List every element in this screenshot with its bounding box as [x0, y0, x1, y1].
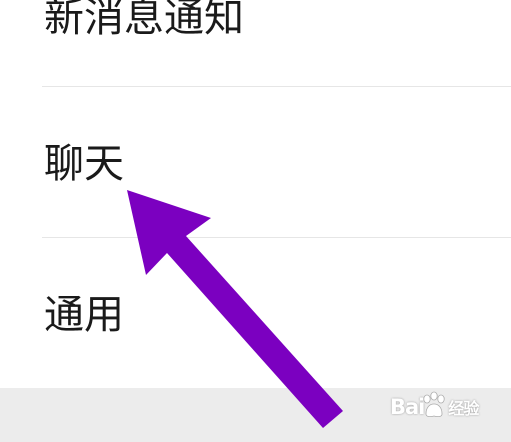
- settings-row-label: 通用: [44, 292, 124, 338]
- settings-list: 新消息通知 聊天 通用: [0, 0, 511, 388]
- settings-row-new-message-notifications[interactable]: 新消息通知: [0, 0, 511, 86]
- watermark: Bai 经验: [388, 390, 498, 422]
- settings-row-general[interactable]: 通用: [0, 238, 511, 388]
- paw-icon: [423, 391, 445, 417]
- watermark-suffix: 经验: [448, 399, 479, 418]
- settings-row-chat[interactable]: 聊天: [0, 87, 511, 237]
- settings-row-label: 聊天: [44, 141, 124, 187]
- settings-row-label: 新消息通知: [44, 0, 244, 41]
